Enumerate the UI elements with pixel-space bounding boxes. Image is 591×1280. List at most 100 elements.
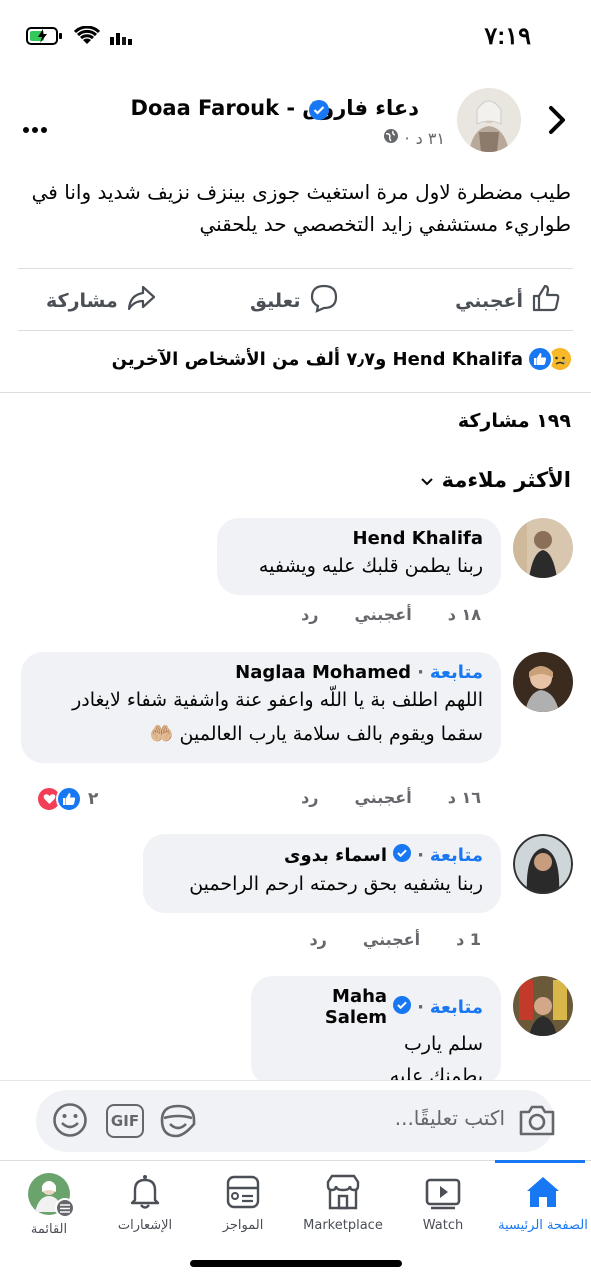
divider	[18, 268, 573, 269]
comment-text-line: سلم يارب	[403, 1033, 483, 1055]
tab-marketplace[interactable]: Marketplace	[293, 1172, 393, 1233]
tab-watch[interactable]: Watch	[395, 1172, 491, 1233]
shares-count[interactable]: ١٩٩ مشاركة	[458, 410, 571, 432]
commenter-avatar[interactable]	[513, 652, 573, 712]
share-button[interactable]: مشاركة	[46, 283, 156, 318]
tab-menu-label: القائمة	[30, 1222, 68, 1237]
commenter-name: Naglaa Mohamed	[235, 662, 412, 683]
author-name[interactable]: دعاء فاروق - Doaa Farouk	[131, 96, 419, 120]
separator-dot: ·	[417, 996, 424, 1018]
verified-badge-icon	[393, 844, 412, 867]
tab-notifications-label: الإشعارات	[117, 1218, 173, 1233]
tab-dating-label: المواجز	[222, 1218, 264, 1233]
comment-author: متابعة · Maha Salem	[269, 986, 483, 1028]
comment-bubble[interactable]: متابعة · اسماء بدوى ربنا يشفيه بحق رحمته…	[143, 834, 501, 913]
comment-button[interactable]: تعليق	[250, 283, 339, 318]
comment-actions: ١٦ د أعجبني رد	[301, 788, 481, 807]
comment-author: Hend Khalifa	[235, 528, 483, 549]
profile-avatar	[27, 1172, 75, 1218]
follow-link[interactable]: متابعة	[430, 662, 483, 683]
comment-bubble[interactable]: متابعة · Naglaa Mohamed اللهم اطلف بة يا…	[21, 652, 501, 763]
home-icon	[527, 1177, 559, 1207]
comment-reply-button[interactable]: رد	[301, 605, 318, 624]
globe-icon	[383, 128, 399, 148]
comment-actions: 1 د أعجبني رد	[309, 930, 481, 949]
reactions-text: Hend Khalifa و٧٫٧ ألف من الأشخاص الآخرين	[111, 348, 523, 370]
more-options-button[interactable]	[22, 108, 48, 141]
comment-sort-dropdown[interactable]: الأكثر ملاءمة	[420, 468, 571, 492]
verified-badge-icon	[309, 100, 329, 124]
divider	[0, 392, 591, 393]
smiley-icon	[53, 1103, 87, 1137]
comment-reply-button[interactable]: رد	[301, 788, 318, 807]
sort-label-text: الأكثر ملاءمة	[441, 468, 571, 492]
comment-like-button[interactable]: أعجبني	[354, 605, 411, 624]
sticker-button[interactable]	[158, 1102, 198, 1144]
status-icons	[26, 25, 134, 50]
more-icon	[23, 127, 47, 133]
tab-menu[interactable]: القائمة	[1, 1172, 97, 1237]
comment-reactions[interactable]: ٢	[36, 786, 98, 812]
like-button[interactable]: أعجبني	[455, 283, 561, 318]
divider	[18, 330, 573, 331]
active-tab-indicator	[495, 1160, 585, 1163]
share-label: مشاركة	[46, 289, 118, 312]
status-time: ٧:١٩	[484, 23, 531, 50]
bell-icon	[130, 1175, 160, 1209]
comment-like-button[interactable]: أعجبني	[354, 788, 411, 807]
signal-icon	[110, 27, 134, 49]
sticker-icon	[160, 1104, 196, 1138]
tab-home-label: الصفحة الرئيسية	[498, 1218, 588, 1233]
emoji-button[interactable]	[52, 1102, 88, 1142]
tab-notifications[interactable]: الإشعارات	[97, 1172, 193, 1233]
comment-input[interactable]: اكتب تعليقًا...	[395, 1106, 505, 1130]
like-reaction-icon	[527, 346, 553, 372]
reactions-summary[interactable]: Hend Khalifa و٧٫٧ ألف من الأشخاص الآخرين	[112, 346, 573, 372]
thumbs-up-icon	[531, 283, 561, 318]
comment-like-button[interactable]: أعجبني	[363, 930, 420, 949]
follow-link[interactable]: متابعة	[430, 997, 483, 1018]
menu-icon	[55, 1198, 75, 1218]
gif-button[interactable]: GIF	[106, 1104, 144, 1138]
comment-time: 1 د	[456, 930, 481, 949]
comment-icon	[309, 283, 339, 318]
commenter-avatar[interactable]	[513, 834, 573, 894]
comment-text: اللهم اطلف بة يا اللّه واعفو عنة واشفية …	[72, 689, 483, 745]
chevron-right-icon	[549, 106, 565, 134]
video-icon	[425, 1178, 461, 1210]
author-name-text: دعاء فاروق - Doaa Farouk	[130, 96, 419, 120]
tab-marketplace-label: Marketplace	[303, 1218, 383, 1233]
post-meta: ٣١ د ·	[383, 128, 445, 148]
comment-time: ١٨ د	[447, 605, 481, 624]
post-body: طيب مضطرة لاول مرة استغيث جوزى بينزف نزي…	[31, 180, 571, 236]
comment-text: ربنا يشفيه بحق رحمته ارحم الراحمين	[189, 873, 483, 895]
commenter-name: اسماء بدوى	[284, 845, 388, 866]
tab-home[interactable]: الصفحة الرئيسية	[495, 1172, 591, 1233]
tab-dating[interactable]: المواجز	[195, 1172, 291, 1233]
chevron-down-icon	[420, 468, 434, 492]
verified-badge-icon	[393, 995, 412, 1019]
like-label: أعجبني	[455, 289, 523, 312]
follow-link[interactable]: متابعة	[430, 845, 483, 866]
comment-bubble[interactable]: متابعة · Maha Salem سلم يارب يطمنك عليه	[251, 976, 501, 1086]
comment-time: ١٦ د	[447, 788, 481, 807]
comment-reply-button[interactable]: رد	[309, 930, 326, 949]
reactions-count: ٢	[88, 789, 99, 809]
author-avatar[interactable]	[457, 88, 521, 152]
comment-author: متابعة · Naglaa Mohamed	[39, 662, 483, 683]
comment-bubble[interactable]: Hend Khalifa ربنا يطمن قلبك عليه ويشفيه	[217, 518, 501, 595]
like-reaction-icon	[56, 786, 82, 812]
commenter-avatar[interactable]	[513, 976, 573, 1036]
camera-button[interactable]	[517, 1102, 557, 1142]
separator-dot: ·	[417, 845, 424, 866]
news-feed-icon	[226, 1175, 260, 1209]
tab-watch-label: Watch	[422, 1218, 464, 1233]
commenter-name: Maha Salem	[324, 986, 388, 1028]
meta-dot: ·	[404, 128, 410, 148]
camera-icon	[519, 1105, 555, 1136]
comment-text: ربنا يطمن قلبك عليه ويشفيه	[258, 555, 483, 577]
commenter-avatar[interactable]	[513, 518, 573, 578]
back-button[interactable]	[543, 100, 573, 140]
wifi-icon	[73, 25, 101, 50]
comment-actions: ١٨ د أعجبني رد	[301, 605, 481, 624]
